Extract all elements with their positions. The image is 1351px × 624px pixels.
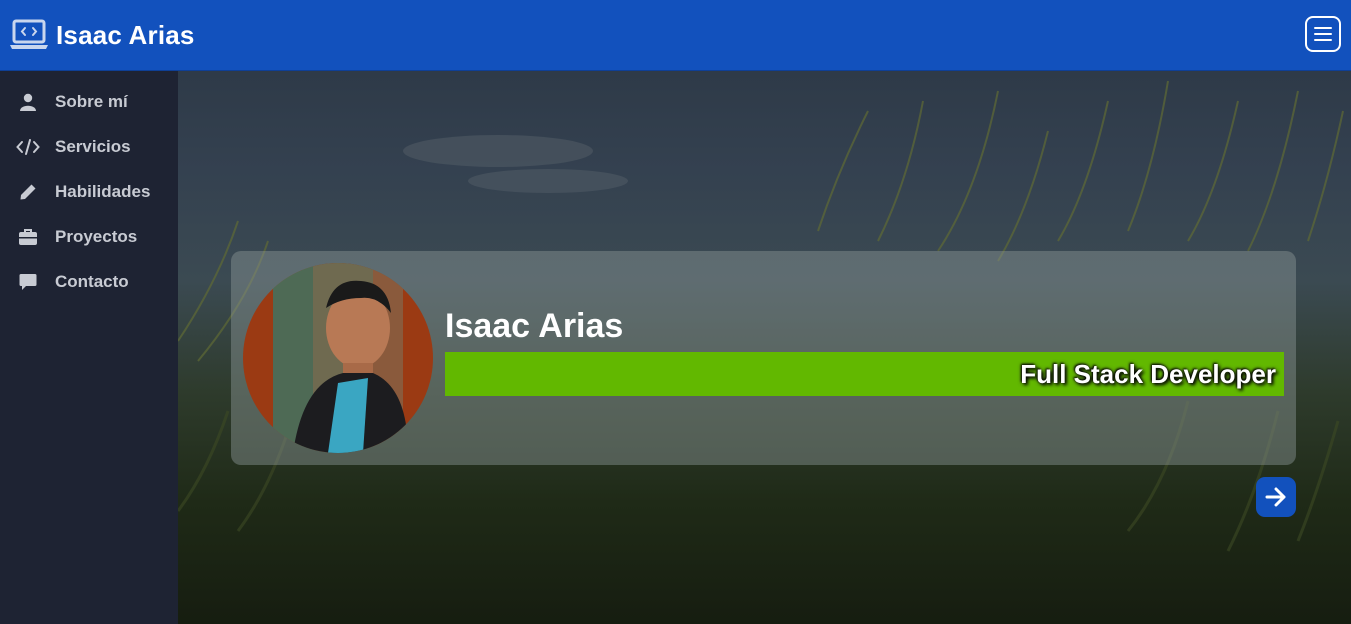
next-button[interactable] — [1256, 477, 1296, 517]
sidebar-item-proyectos[interactable]: Proyectos — [0, 214, 178, 259]
code-icon — [15, 137, 41, 157]
sidebar: Sobre mí Servicios Habilidades Proyectos… — [0, 71, 178, 624]
sidebar-item-label: Servicios — [55, 136, 131, 156]
hero-section: Isaac Arias Full Stack Developer — [178, 71, 1351, 624]
profile-card: Isaac Arias Full Stack Developer — [231, 251, 1296, 465]
top-navbar: Isaac Arias — [0, 0, 1351, 71]
role-title: Full Stack Developer — [1020, 358, 1276, 389]
sidebar-item-contacto[interactable]: Contacto — [0, 259, 178, 304]
role-banner: Full Stack Developer — [445, 352, 1284, 396]
sidebar-item-sobre-mi[interactable]: Sobre mí — [0, 79, 178, 124]
profile-name: Isaac Arias — [445, 307, 624, 345]
brand[interactable]: Isaac Arias — [9, 19, 195, 51]
hamburger-menu-icon — [1314, 27, 1332, 41]
user-icon — [15, 92, 41, 112]
comment-icon — [15, 272, 41, 292]
sidebar-item-servicios[interactable]: Servicios — [0, 124, 178, 169]
sidebar-item-habilidades[interactable]: Habilidades — [0, 169, 178, 214]
briefcase-icon — [15, 227, 41, 247]
menu-toggle-button[interactable] — [1305, 16, 1341, 52]
brand-title: Isaac Arias — [56, 19, 195, 50]
sidebar-item-label: Proyectos — [55, 226, 138, 246]
profile-photo — [243, 263, 433, 453]
laptop-code-icon — [10, 19, 48, 49]
arrow-right-icon — [1265, 487, 1286, 507]
sidebar-item-label: Sobre mí — [55, 91, 128, 111]
sidebar-item-label: Habilidades — [55, 181, 151, 201]
pencil-icon — [15, 182, 41, 202]
sidebar-item-label: Contacto — [55, 271, 129, 291]
